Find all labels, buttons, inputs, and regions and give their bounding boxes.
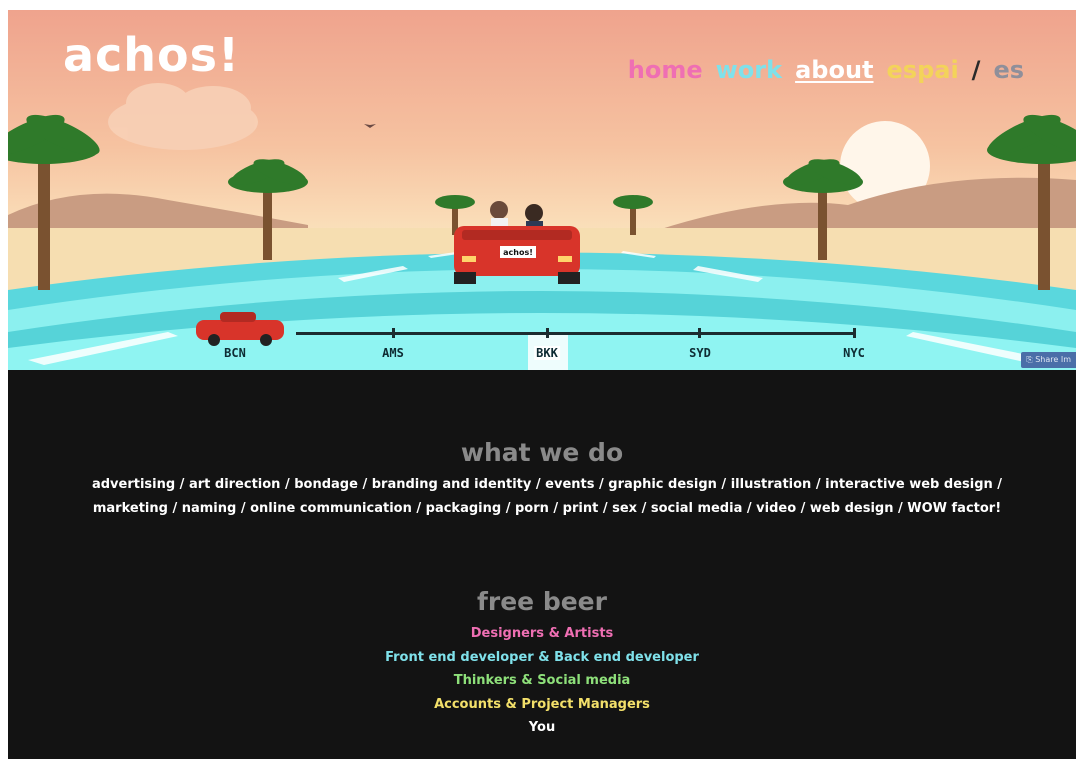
share-label: Share Im bbox=[1035, 355, 1071, 364]
nav-home[interactable]: home bbox=[628, 56, 703, 84]
services-list: advertising / art direction / bondage / … bbox=[78, 473, 1016, 521]
nav-about[interactable]: about bbox=[795, 56, 873, 84]
city-bkk[interactable]: BKK bbox=[534, 346, 560, 360]
city-syd[interactable]: SYD bbox=[689, 346, 711, 360]
what-we-do-title: what we do bbox=[460, 438, 624, 467]
share-image-button[interactable]: ⎘ Share Im bbox=[1021, 352, 1076, 368]
services-line: advertising / art direction / bondage / … bbox=[91, 477, 1003, 492]
content-section: what we do advertising / art direction /… bbox=[8, 370, 1076, 759]
services-line: marketing / naming / online communicatio… bbox=[92, 501, 1002, 516]
list-item: Front end developer & Back end developer bbox=[385, 649, 699, 665]
nav-separator: / bbox=[971, 56, 981, 84]
nav-work[interactable]: work bbox=[716, 56, 782, 84]
page-frame: achos! achos! home work about espai / es… bbox=[8, 10, 1076, 759]
hero-banner: achos! achos! home work about espai / es… bbox=[8, 10, 1076, 370]
free-beer-list: Designers & Artists Front end developer … bbox=[8, 622, 1076, 740]
list-item: You bbox=[528, 720, 556, 735]
progress-track bbox=[296, 332, 856, 335]
list-item: Thinkers & Social media bbox=[453, 673, 631, 688]
main-nav: home work about espai / es bbox=[628, 56, 1024, 84]
share-icon: ⎘ bbox=[1026, 355, 1036, 364]
free-beer-title: free beer bbox=[477, 587, 607, 616]
list-item: Designers & Artists bbox=[470, 626, 614, 641]
logo[interactable]: achos! bbox=[63, 32, 240, 78]
car-plate: achos! bbox=[503, 248, 533, 257]
city-ams[interactable]: AMS bbox=[382, 346, 404, 360]
nav-language-es[interactable]: es bbox=[993, 56, 1024, 84]
nav-espai[interactable]: espai bbox=[887, 56, 959, 84]
city-bcn[interactable]: BCN bbox=[224, 346, 246, 360]
city-nyc[interactable]: NYC bbox=[843, 346, 865, 360]
list-item: Accounts & Project Managers bbox=[434, 696, 650, 712]
